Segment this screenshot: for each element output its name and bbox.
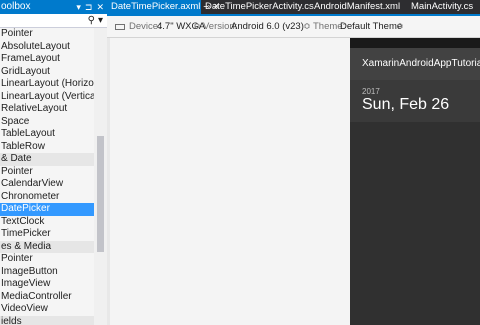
designer-toolbar: Device: 4.7" WXGA ≎ Version: Android 6.0…	[107, 16, 480, 38]
datepicker-date[interactable]: Sun, Feb 26	[362, 96, 449, 114]
app-bar: XamarinAndroidAppTutorial	[350, 48, 480, 80]
canvas-edge	[107, 38, 110, 325]
app-title: XamarinAndroidAppTutorial	[362, 58, 480, 69]
tab-datetimepicker-axml[interactable]: DateTimePicker.axml ⊸ ✕	[107, 0, 220, 14]
datepicker-header[interactable]: 2017 Sun, Feb 26	[350, 80, 480, 122]
toolbox-category[interactable]: & Date	[0, 153, 94, 166]
pin-icon[interactable]: ⊐	[85, 0, 93, 14]
toolbox-item[interactable]: MediaController	[0, 291, 94, 304]
tab-mainactivity-cs[interactable]: MainActivity.cs	[411, 0, 473, 14]
toolbox-item[interactable]: TextClock	[0, 216, 94, 229]
version-dropdown[interactable]: Android 6.0 (v23)	[231, 16, 304, 38]
toolbox-item[interactable]: TimePicker	[0, 228, 94, 241]
toolbox-item[interactable]: ImageButton	[0, 266, 94, 279]
chevron-down-icon[interactable]: ≎	[396, 16, 404, 38]
toolbox-item[interactable]: ImageView	[0, 278, 94, 291]
toolbox-item[interactable]: CalendarView	[0, 178, 94, 191]
toolbox-item[interactable]: Pointer	[0, 166, 94, 179]
toolbox-item[interactable]: GridLayout	[0, 66, 94, 79]
toolbox-search-input[interactable]: ⚲ ▾	[0, 14, 107, 28]
toolbox-scrollbar[interactable]	[94, 28, 107, 325]
toolbox-header: oolbox ▾ ⊐ ✕	[0, 0, 107, 14]
toolbox-item[interactable]: TableLayout	[0, 128, 94, 141]
chevron-down-icon[interactable]: ▾	[98, 14, 103, 27]
document-tab-bar: DateTimePicker.axml ⊸ ✕ DateTimePickerActi…	[107, 0, 480, 14]
toolbox-item[interactable]: LinearLayout (Vertical)	[0, 91, 94, 104]
toolbox-item[interactable]: Pointer	[0, 28, 94, 41]
datepicker-year[interactable]: 2017	[362, 87, 380, 96]
chevron-down-icon[interactable]: ≎	[303, 16, 311, 38]
toolbox-item[interactable]: RelativeLayout	[0, 103, 94, 116]
toolbox-item-list: Pointer AbsoluteLayout FrameLayout GridLayo…	[0, 28, 94, 325]
toolbox-item[interactable]: LinearLayout (Horizontal)	[0, 78, 94, 91]
tab-androidmanifest-xml[interactable]: AndroidManifest.xml	[314, 0, 400, 14]
chevron-down-icon[interactable]: ≎	[193, 16, 201, 38]
toolbox-panel: oolbox ▾ ⊐ ✕ ⚲ ▾ Pointer AbsoluteLayout Fr…	[0, 0, 107, 325]
toolbox-item[interactable]: VideoView	[0, 303, 94, 316]
toolbox-category[interactable]: ields	[0, 315, 94, 325]
toolbox-item[interactable]: Pointer	[0, 253, 94, 266]
toolbox-item[interactable]: TableRow	[0, 141, 94, 154]
scrollbar-thumb[interactable]	[97, 136, 104, 252]
theme-dropdown[interactable]: Default Theme	[340, 16, 402, 38]
toolbox-title: oolbox	[1, 1, 31, 12]
device-icon	[115, 24, 125, 30]
tab-datetimepickeractivity-cs[interactable]: DateTimePickerActivity.cs	[205, 0, 314, 14]
search-icon[interactable]: ⚲	[88, 14, 95, 27]
toolbox-item[interactable]: Space	[0, 116, 94, 129]
device-label: Device:	[129, 21, 161, 32]
toolbox-item[interactable]: FrameLayout	[0, 53, 94, 66]
device-status-bar	[350, 38, 480, 48]
toolbox-item[interactable]: Chronometer	[0, 191, 94, 204]
toolbox-item[interactable]: AbsoluteLayout	[0, 41, 94, 54]
dropdown-icon[interactable]: ▾	[76, 0, 81, 14]
toolbox-category[interactable]: es & Media	[0, 240, 94, 253]
close-icon[interactable]: ✕	[96, 0, 104, 14]
toolbox-item[interactable]: DatePicker	[0, 203, 94, 216]
